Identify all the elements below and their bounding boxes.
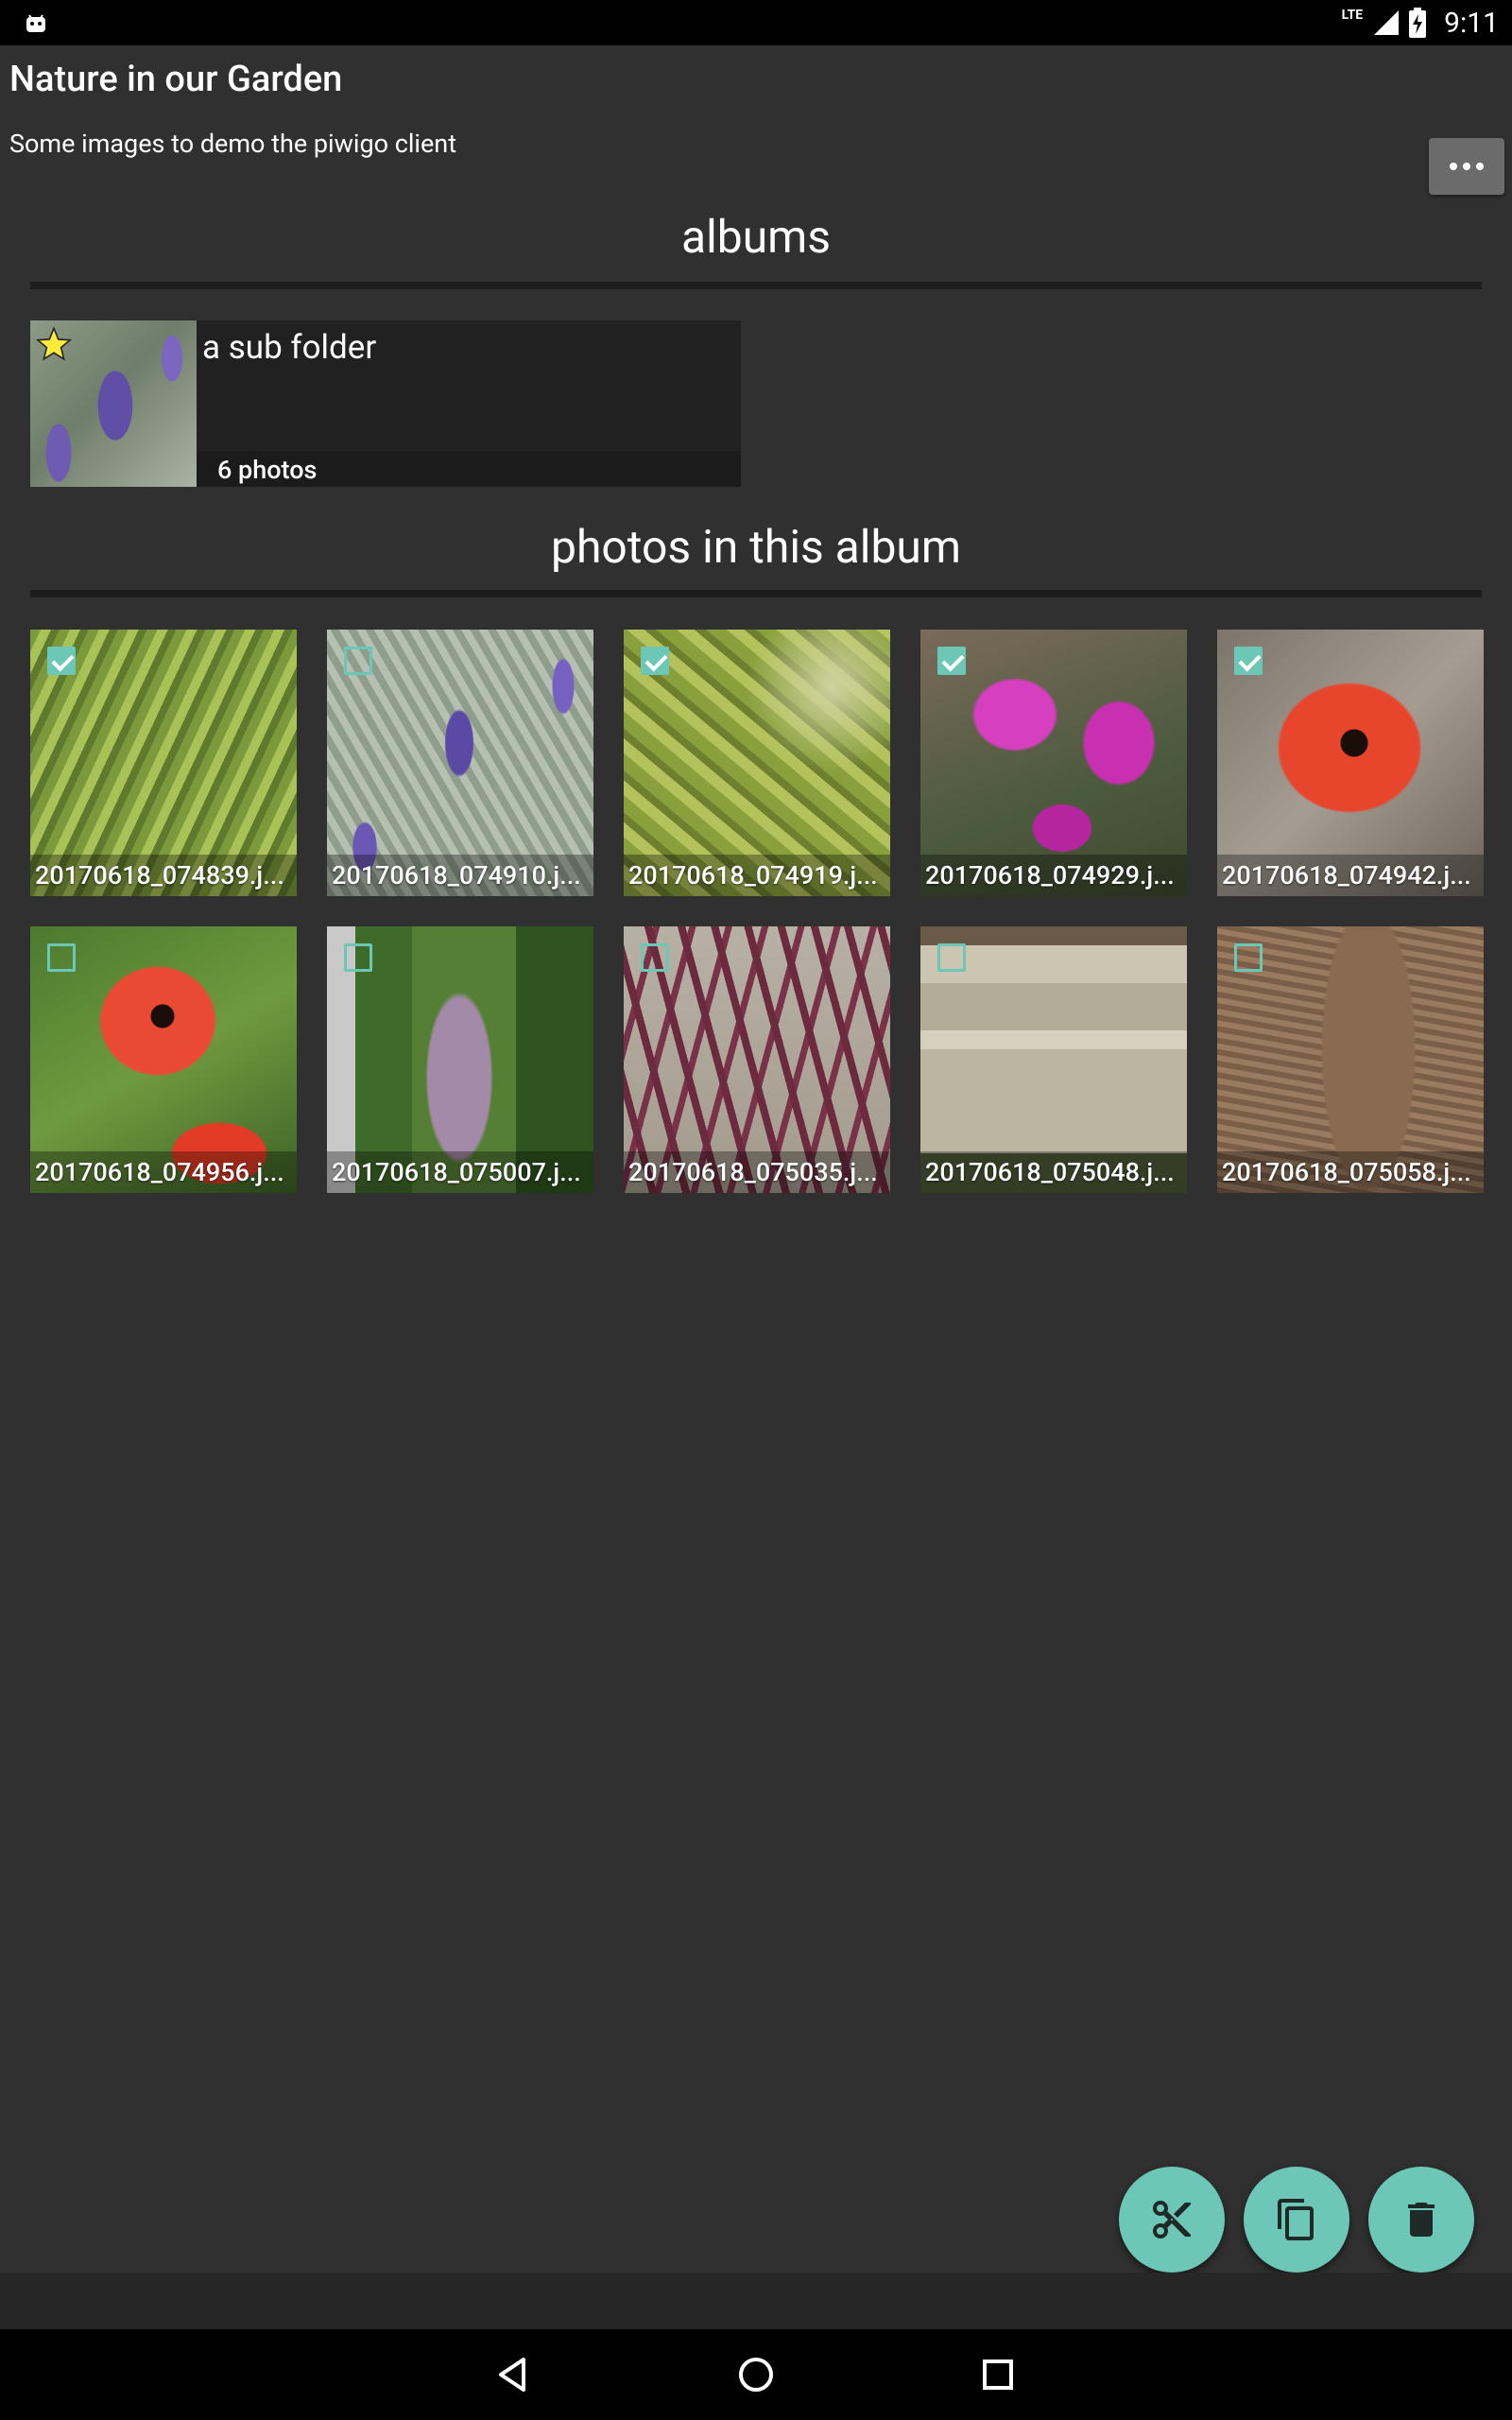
copy-icon	[1278, 2199, 1314, 2240]
photo-caption: 20170618_075048.j...	[920, 1151, 1187, 1193]
photo-tile[interactable]: 20170618_074910.j...	[327, 630, 593, 896]
select-checkbox[interactable]	[937, 943, 966, 972]
photos-divider	[30, 590, 1482, 597]
recents-icon[interactable]	[975, 2352, 1021, 2397]
photo-caption: 20170618_074942.j...	[1217, 855, 1484, 896]
photo-tile[interactable]: 20170618_074942.j...	[1217, 630, 1484, 896]
select-checkbox[interactable]	[1234, 943, 1263, 972]
copy-button[interactable]	[1244, 2167, 1349, 2273]
photo-caption: 20170618_074910.j...	[327, 855, 593, 896]
photo-tile[interactable]: 20170618_075035.j...	[624, 926, 890, 1193]
photo-caption: 20170618_074956.j...	[30, 1151, 297, 1193]
photo-caption: 20170618_075058.j...	[1217, 1151, 1484, 1193]
photo-tile[interactable]: 20170618_075007.j...	[327, 926, 593, 1193]
favorite-star-icon[interactable]	[36, 326, 72, 362]
back-icon[interactable]	[491, 2352, 537, 2397]
photo-caption: 20170618_075035.j...	[624, 1151, 890, 1193]
album-name: a sub folder	[202, 328, 377, 367]
albums-divider	[30, 282, 1482, 289]
photo-caption: 20170618_074929.j...	[920, 855, 1187, 896]
android-notification-icon	[26, 14, 45, 32]
photo-tile[interactable]: 20170618_075048.j...	[920, 926, 1187, 1193]
album-photo-count: 6 photos	[217, 455, 318, 485]
cut-button[interactable]	[1119, 2167, 1225, 2273]
clock: 9:11	[1444, 6, 1499, 40]
select-checkbox[interactable]	[344, 647, 372, 675]
delete-button[interactable]	[1368, 2167, 1474, 2273]
select-checkbox[interactable]	[641, 647, 669, 675]
photo-caption: 20170618_075007.j...	[327, 1151, 593, 1193]
photo-tile[interactable]: 20170618_074919.j...	[624, 630, 890, 896]
photo-tile[interactable]: 20170618_074929.j...	[920, 630, 1187, 896]
more-horizontal-icon	[1450, 163, 1457, 170]
photo-caption: 20170618_074839.j...	[30, 855, 297, 896]
photo-caption: 20170618_074919.j...	[624, 855, 890, 896]
album-title: Nature in our Garden	[9, 59, 343, 100]
more-options-button[interactable]	[1429, 138, 1504, 195]
albums-heading: albums	[680, 210, 832, 264]
network-type: LTE	[1341, 8, 1364, 23]
bottom-strip	[0, 2273, 1512, 2329]
delete-icon	[1408, 2203, 1435, 2237]
signal-icon	[1374, 10, 1400, 35]
system-navigation-bar	[0, 2329, 1512, 2420]
select-checkbox[interactable]	[47, 943, 76, 972]
photo-tile[interactable]: 20170618_075058.j...	[1217, 926, 1484, 1193]
select-checkbox[interactable]	[937, 647, 966, 675]
select-checkbox[interactable]	[47, 647, 76, 675]
photo-tile[interactable]: 20170618_074839.j...	[30, 630, 297, 896]
album-description: Some images to demo the piwigo client	[9, 129, 457, 159]
cut-icon	[1153, 2201, 1191, 2238]
home-icon[interactable]	[733, 2352, 779, 2397]
album-item-sub-folder[interactable]: a sub folder 6 photos	[30, 320, 741, 487]
photos-heading: photos in this album	[551, 520, 961, 574]
battery-charging-icon	[1409, 8, 1427, 38]
album-count-bar: 6 photos	[197, 451, 741, 487]
status-bar: LTE 9:11	[0, 0, 1512, 45]
photo-tile[interactable]: 20170618_074956.j...	[30, 926, 297, 1193]
select-checkbox[interactable]	[1234, 647, 1263, 675]
select-checkbox[interactable]	[641, 943, 669, 972]
select-checkbox[interactable]	[344, 943, 372, 972]
